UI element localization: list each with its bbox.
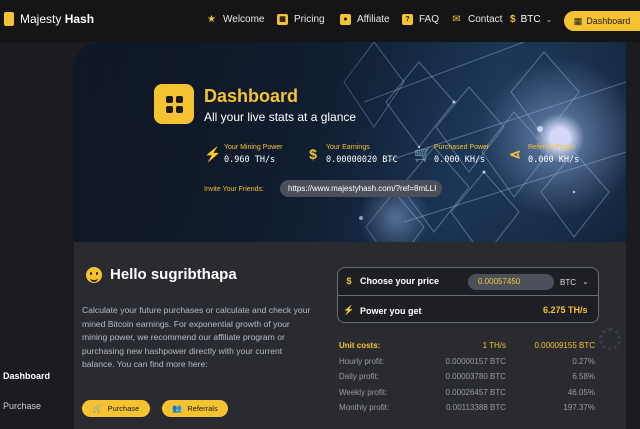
divider <box>338 295 598 296</box>
grid-icon: ▦ <box>573 15 583 26</box>
profit-table: Unit costs: 1 TH/s 0.00009155 BTC Hourly… <box>339 339 601 417</box>
hero-overlay <box>74 42 404 242</box>
currency-selector[interactable]: $ BTC ⌄ <box>510 14 552 25</box>
power-value: 6.275 TH/s <box>543 305 588 315</box>
purchase-button[interactable]: 🛒 Purchase <box>82 400 150 417</box>
dashboard-button[interactable]: ▦ Dashboard <box>564 11 640 31</box>
stat-earnings: $ Your Earnings 0.00000020 BTC <box>306 144 398 165</box>
referrals-button[interactable]: 👥 Referrals <box>162 400 228 417</box>
chevron-down-icon[interactable]: ⌄ <box>582 277 589 286</box>
top-navbar: Majesty Hash ★ Welcome ▦ Pricing ● Affil… <box>0 0 640 42</box>
hero-banner: Dashboard All your live stats at a glanc… <box>74 42 626 242</box>
dollar-icon: $ <box>510 14 516 25</box>
grid-icon: ▦ <box>277 14 288 25</box>
smiley-icon <box>86 266 102 283</box>
share-icon: ⋖ <box>509 146 521 162</box>
table-row: Monthly profit: 0.00113388 BTC 197.37% <box>339 403 595 413</box>
users-icon: 👥 <box>172 404 183 413</box>
intro-text: Calculate your future purchases or calcu… <box>82 305 311 370</box>
page-title: Dashboard <box>204 86 299 106</box>
hashpower-calculator: $ Choose your price 0.00057450 BTC ⌄ ⚡ P… <box>337 267 599 323</box>
bolt-icon: ⚡ <box>343 305 355 315</box>
nav-affiliate[interactable]: ● Affiliate <box>340 14 390 25</box>
nav-contact[interactable]: ✉ Contact <box>451 14 502 25</box>
page-subtitle: All your live stats at a glance <box>204 110 357 124</box>
stat-mining-power: ⚡ Your Mining Power 0.960 TH/s <box>204 144 283 165</box>
price-unit-select[interactable]: BTC <box>560 278 576 287</box>
person-icon: ● <box>340 14 351 25</box>
gear-icon <box>599 328 621 350</box>
cart-icon: 🛒 <box>92 404 103 413</box>
stat-referral-power: ⋖ Referral Power 0.000 KH/s <box>509 144 580 165</box>
invite-link-field[interactable]: https://www.majestyhash.com/?ref=8mLLI <box>280 180 442 197</box>
table-row: Daily profit: 0.00003780 BTC 6.58% <box>339 372 595 382</box>
invite-label: Invite Your Friends: <box>204 186 264 193</box>
nav-faq[interactable]: ? FAQ <box>402 14 439 25</box>
greeting: Hello sugribthapa <box>86 266 237 283</box>
table-header: Unit costs: 1 TH/s 0.00009155 BTC <box>339 341 595 350</box>
price-input[interactable]: 0.00057450 <box>468 274 554 290</box>
logo-icon <box>4 12 14 26</box>
main-panel: Hello sugribthapa Calculate your future … <box>74 242 626 429</box>
nav-welcome[interactable]: ★ Welcome <box>206 13 264 25</box>
sidebar-item-purchase[interactable]: Purchase <box>3 401 41 411</box>
sidebar-item-dashboard[interactable]: Dashboard <box>3 371 50 381</box>
table-row: Weekly profit: 0.00026457 BTC 46.05% <box>339 387 595 397</box>
table-row: Hourly profit: 0.00000157 BTC 0.27% <box>339 356 595 366</box>
mail-icon: ✉ <box>452 13 461 25</box>
brand-logo-link[interactable]: Majesty Hash <box>4 12 94 26</box>
nav-pricing[interactable]: ▦ Pricing <box>277 14 325 25</box>
stat-purchased-power: 🛒 Purchased Power 0.000 KH/s <box>414 144 490 165</box>
star-icon: ★ <box>207 13 216 25</box>
dollar-icon: $ <box>346 276 352 286</box>
brand-name: Majesty Hash <box>20 12 95 26</box>
chevron-down-icon: ⌄ <box>545 15 553 24</box>
dashboard-grid-icon <box>154 84 194 124</box>
dollar-icon: $ <box>309 146 317 162</box>
bolt-icon: ⚡ <box>204 146 222 162</box>
cart-icon: 🛒 <box>414 146 432 162</box>
question-icon: ? <box>402 14 413 25</box>
